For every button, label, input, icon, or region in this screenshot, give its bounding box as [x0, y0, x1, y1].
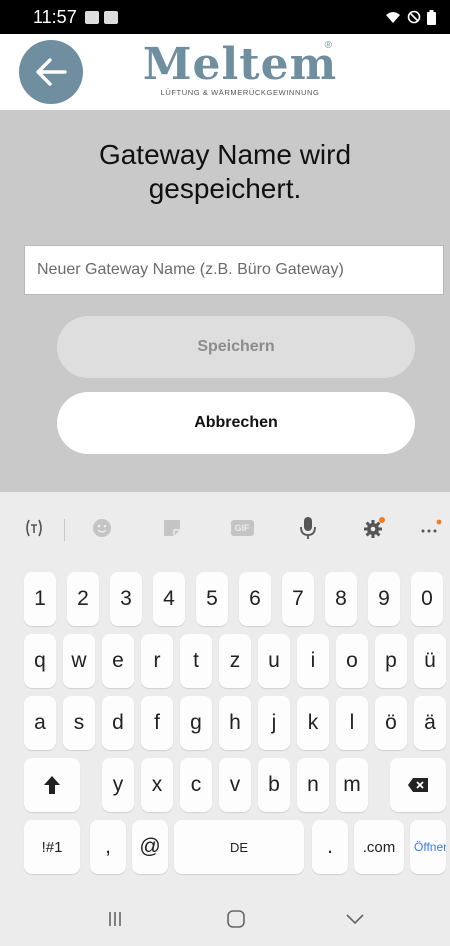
key-u[interactable]: u [258, 634, 290, 688]
period-key[interactable]: . [312, 820, 348, 874]
key-h[interactable]: h [219, 696, 251, 750]
key-e[interactable]: e [102, 634, 134, 688]
symbols-key[interactable]: !#1 [24, 820, 80, 874]
emoji-icon[interactable] [90, 516, 114, 540]
key-l[interactable]: l [336, 696, 368, 750]
recent-apps-button[interactable] [95, 904, 135, 934]
key-r[interactable]: r [141, 634, 173, 688]
open-action-key[interactable]: Öffnen [410, 820, 446, 874]
more-icon[interactable] [418, 516, 442, 540]
key-g[interactable]: g [180, 696, 212, 750]
key-m[interactable]: m [336, 758, 368, 812]
arrow-left-icon [36, 58, 67, 86]
image-notification-icon [84, 10, 99, 24]
key-ae[interactable]: ä [414, 696, 446, 750]
key-p[interactable]: p [375, 634, 407, 688]
save-button[interactable]: Speichern [57, 316, 415, 378]
key-f[interactable]: f [141, 696, 173, 750]
key-x[interactable]: x [141, 758, 173, 812]
key-7[interactable]: 7 [282, 572, 314, 626]
rename-gateway-dialog: Gateway Name wird gespeichert. Speichern… [0, 110, 450, 492]
home-icon [227, 910, 245, 928]
chevron-down-icon [346, 914, 364, 925]
home-button[interactable] [216, 904, 256, 934]
logo-registered-mark: ® [324, 40, 332, 51]
settings-icon[interactable] [362, 516, 386, 540]
keyboard-toolbar: GIF [0, 492, 450, 564]
meltem-logo: Meltem ® LÜFTUNG & WÄRMERÜCKGEWINNUNG [140, 40, 340, 102]
key-ue[interactable]: ü [414, 634, 446, 688]
battery-icon [427, 9, 436, 25]
backspace-key[interactable] [390, 758, 446, 812]
app-header: Meltem ® LÜFTUNG & WÄRMERÜCKGEWINNUNG [0, 34, 450, 110]
key-9[interactable]: 9 [368, 572, 400, 626]
gateway-name-input[interactable] [24, 245, 444, 295]
do-not-disturb-icon [407, 10, 421, 24]
recent-apps-icon [109, 912, 121, 926]
key-s[interactable]: s [63, 696, 95, 750]
dotcom-key[interactable]: .com [354, 820, 404, 874]
backspace-icon [408, 778, 428, 792]
key-d[interactable]: d [102, 696, 134, 750]
key-w[interactable]: w [63, 634, 95, 688]
onscreen-keyboard: GIF 1 2 3 4 5 6 7 8 9 0 q w e r t z u i … [0, 492, 450, 946]
system-navigation-bar [0, 892, 450, 946]
key-k[interactable]: k [297, 696, 329, 750]
key-t[interactable]: t [180, 634, 212, 688]
key-v[interactable]: v [219, 758, 251, 812]
shift-arrow-icon [44, 776, 60, 794]
key-2[interactable]: 2 [67, 572, 99, 626]
key-6[interactable]: 6 [239, 572, 271, 626]
at-key[interactable]: @ [132, 820, 168, 874]
key-y[interactable]: y [102, 758, 134, 812]
key-oe[interactable]: ö [375, 696, 407, 750]
toolbar-divider [64, 519, 65, 541]
key-q[interactable]: q [24, 634, 56, 688]
key-i[interactable]: i [297, 634, 329, 688]
mail-notification-icon [103, 10, 118, 24]
comma-key[interactable]: , [90, 820, 126, 874]
status-time: 11:57 [33, 6, 77, 27]
text-recognition-icon[interactable] [22, 516, 46, 540]
dialog-title: Gateway Name wird gespeichert. [98, 139, 352, 204]
status-indicators [385, 9, 436, 25]
status-bar: 11:57 [0, 0, 450, 34]
microphone-icon[interactable] [296, 516, 320, 540]
sticker-icon[interactable] [160, 516, 184, 540]
key-1[interactable]: 1 [24, 572, 56, 626]
spacebar-key[interactable]: DE [174, 820, 304, 874]
key-o[interactable]: o [336, 634, 368, 688]
key-n[interactable]: n [297, 758, 329, 812]
cancel-button[interactable]: Abbrechen [57, 392, 415, 454]
key-j[interactable]: j [258, 696, 290, 750]
shift-key[interactable] [24, 758, 80, 812]
gif-icon[interactable]: GIF [230, 516, 254, 540]
key-4[interactable]: 4 [153, 572, 185, 626]
back-button[interactable] [19, 40, 83, 104]
key-0[interactable]: 0 [411, 572, 443, 626]
key-c[interactable]: c [180, 758, 212, 812]
key-a[interactable]: a [24, 696, 56, 750]
key-b[interactable]: b [258, 758, 290, 812]
hide-keyboard-button[interactable] [335, 904, 375, 934]
key-5[interactable]: 5 [196, 572, 228, 626]
key-8[interactable]: 8 [325, 572, 357, 626]
logo-tagline: LÜFTUNG & WÄRMERÜCKGEWINNUNG [160, 88, 320, 97]
wifi-icon [386, 12, 400, 23]
logo-wordmark: Meltem [142, 39, 338, 90]
key-3[interactable]: 3 [110, 572, 142, 626]
gif-label: GIF [230, 520, 254, 536]
key-z[interactable]: z [219, 634, 251, 688]
